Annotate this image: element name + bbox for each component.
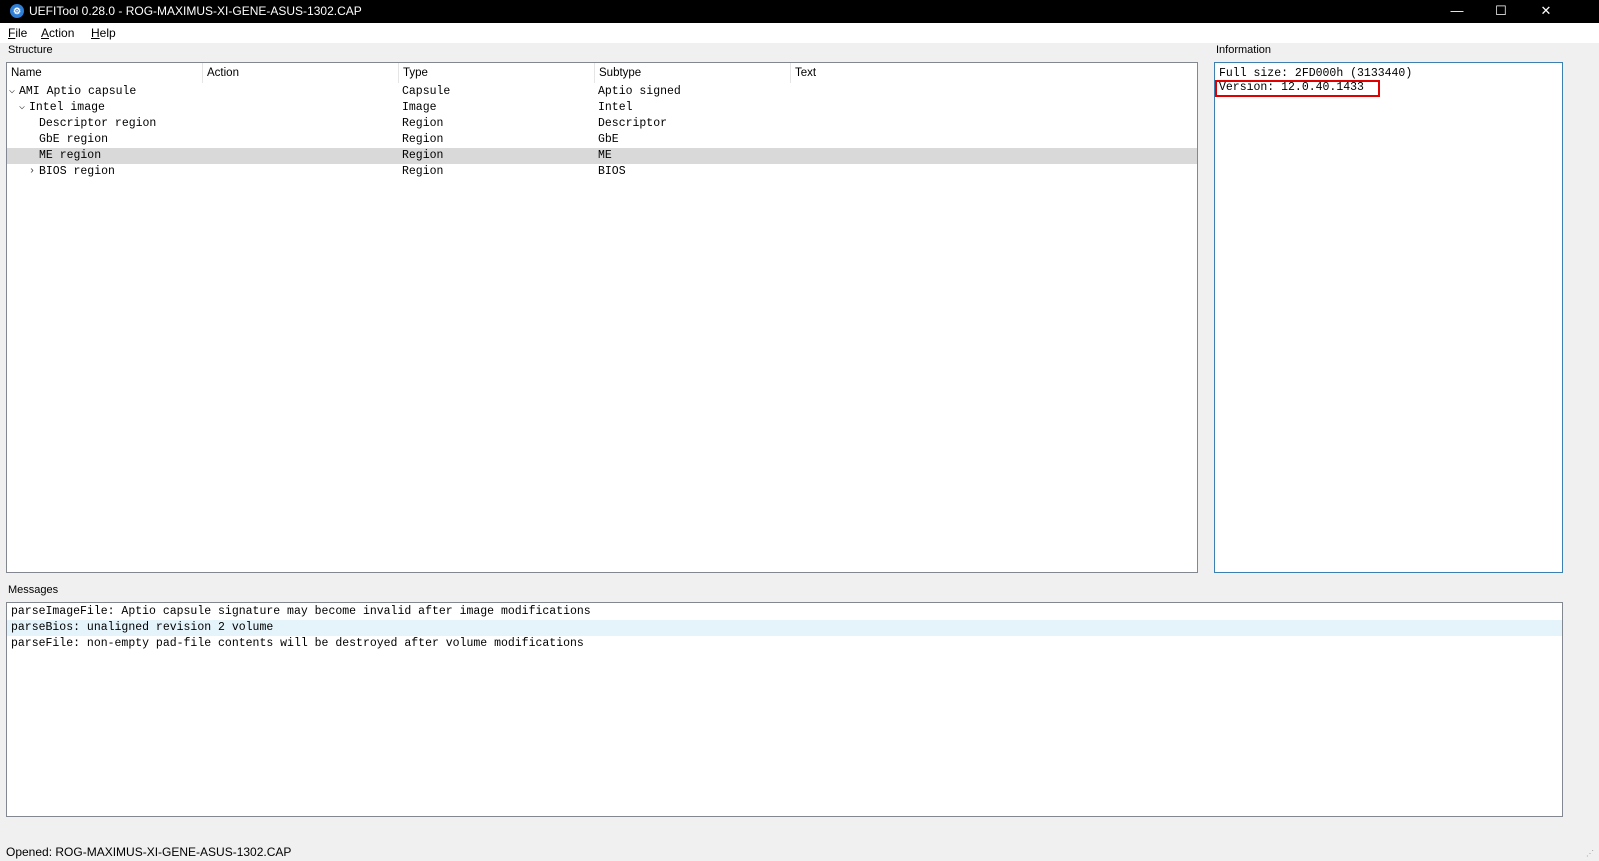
tree-row-bios-region[interactable]: › BIOS region Region BIOS bbox=[7, 164, 1197, 180]
maximize-icon[interactable]: ☐ bbox=[1478, 0, 1524, 23]
tree-row-me-region[interactable]: ME region Region ME bbox=[7, 148, 1197, 164]
message-item[interactable]: parseFile: non-empty pad-file contents w… bbox=[7, 636, 1562, 652]
title-bar[interactable]: ⚙ UEFITool 0.28.0 - ROG-MAXIMUS-XI-GENE-… bbox=[0, 0, 1599, 23]
menu-help-mnemonic: H bbox=[91, 26, 100, 40]
column-header-name[interactable]: Name bbox=[7, 63, 203, 83]
message-item[interactable]: parseBios: unaligned revision 2 volume bbox=[7, 620, 1562, 636]
column-header-type[interactable]: Type bbox=[399, 63, 595, 83]
column-header-text[interactable]: Text bbox=[791, 63, 1197, 83]
tree-cell-name: ME region bbox=[39, 149, 102, 162]
tree-cell-name: BIOS region bbox=[39, 165, 115, 178]
info-full-size: Full size: 2FD000h (3133440) bbox=[1219, 67, 1413, 80]
tree-cell-subtype: GbE bbox=[598, 133, 619, 146]
uefitool-app-icon[interactable]: ⚙ bbox=[10, 4, 24, 18]
structure-label: Structure bbox=[8, 44, 53, 56]
menu-help[interactable]: Help bbox=[91, 26, 116, 40]
tree-row-ami-aptio-capsule[interactable]: ⌵ AMI Aptio capsule Capsule Aptio signed bbox=[7, 84, 1197, 100]
tree-cell-name: GbE region bbox=[39, 133, 109, 146]
status-text: Opened: ROG-MAXIMUS-XI-GENE-ASUS-1302.CA… bbox=[6, 845, 292, 859]
messages-label: Messages bbox=[8, 584, 59, 596]
menu-bar: File Action Help bbox=[0, 23, 1599, 43]
tree-cell-subtype: ME bbox=[598, 149, 612, 162]
tree-cell-type: Region bbox=[402, 165, 444, 178]
menu-action-label: ction bbox=[49, 26, 75, 40]
messages-list[interactable]: parseImageFile: Aptio capsule signature … bbox=[6, 602, 1563, 817]
column-header-action[interactable]: Action bbox=[203, 63, 399, 83]
tree-cell-name: Intel image bbox=[29, 101, 105, 114]
message-item[interactable]: parseImageFile: Aptio capsule signature … bbox=[7, 604, 1562, 620]
menu-file-label: ile bbox=[15, 26, 28, 40]
column-header-subtype[interactable]: Subtype bbox=[595, 63, 791, 83]
tree-row-descriptor-region[interactable]: Descriptor region Region Descriptor bbox=[7, 116, 1197, 132]
tree-cell-name: Descriptor region bbox=[39, 117, 157, 130]
minimize-icon[interactable]: — bbox=[1434, 0, 1480, 23]
tree-row-intel-image[interactable]: ⌵ Intel image Image Intel bbox=[7, 100, 1197, 116]
status-bar: Opened: ROG-MAXIMUS-XI-GENE-ASUS-1302.CA… bbox=[0, 842, 1599, 861]
tree-row-gbe-region[interactable]: GbE region Region GbE bbox=[7, 132, 1197, 148]
structure-tree[interactable]: Name Action Type Subtype Text ⌵ AMI Apti… bbox=[6, 62, 1198, 573]
information-label: Information bbox=[1216, 44, 1272, 56]
tree-cell-subtype: Descriptor bbox=[598, 117, 668, 130]
menu-help-label: elp bbox=[99, 26, 116, 40]
tree-cell-subtype: BIOS bbox=[598, 165, 626, 178]
tree-cell-subtype: Intel bbox=[598, 101, 633, 114]
chevron-down-icon[interactable]: ⌵ bbox=[17, 100, 27, 116]
tree-cell-type: Capsule bbox=[402, 85, 451, 98]
menu-file[interactable]: File bbox=[8, 26, 27, 40]
window-title: UEFITool 0.28.0 - ROG-MAXIMUS-XI-GENE-AS… bbox=[29, 4, 362, 18]
menu-action[interactable]: Action bbox=[41, 26, 74, 40]
chevron-right-icon[interactable]: › bbox=[27, 164, 37, 180]
information-panel[interactable]: Full size: 2FD000h (3133440) Version: 12… bbox=[1214, 62, 1563, 573]
tree-cell-name: AMI Aptio capsule bbox=[19, 85, 137, 98]
tree-cell-type: Region bbox=[402, 117, 444, 130]
version-highlight-box bbox=[1215, 80, 1380, 97]
tree-cell-type: Image bbox=[402, 101, 437, 114]
resize-grip-icon[interactable]: ⋰ bbox=[1586, 849, 1596, 859]
tree-cell-type: Region bbox=[402, 149, 444, 162]
tree-cell-type: Region bbox=[402, 133, 444, 146]
close-icon[interactable]: ✕ bbox=[1523, 0, 1569, 23]
menu-action-mnemonic: A bbox=[41, 26, 50, 40]
chevron-down-icon[interactable]: ⌵ bbox=[7, 84, 17, 100]
tree-cell-subtype: Aptio signed bbox=[598, 85, 681, 98]
